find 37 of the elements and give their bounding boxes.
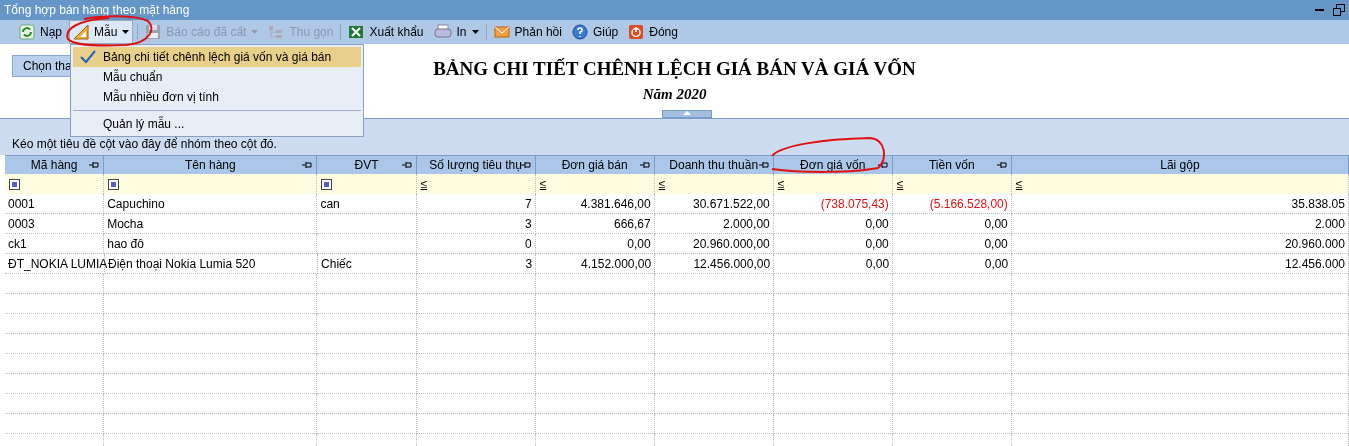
table-cell: 20.960.000 bbox=[1011, 234, 1349, 254]
table-cell: (738.075,43) bbox=[773, 194, 893, 214]
table-cell: (5.166.528,00) bbox=[892, 194, 1012, 214]
report-title: BẢNG CHI TIẾT CHÊNH LỆCH GIÁ BÁN VÀ GIÁ VỐN bbox=[433, 58, 916, 80]
table-cell: 2.000,00 bbox=[654, 214, 774, 234]
table-cell: 0,00 bbox=[774, 254, 894, 274]
table-cell: 12.456.000,00 bbox=[655, 254, 775, 274]
table-cell: Mocha bbox=[104, 214, 318, 234]
table-cell: 0001 bbox=[5, 194, 105, 214]
table-cell: hao đô bbox=[104, 234, 318, 254]
table-cell: 0 bbox=[416, 234, 536, 254]
window-title: Tổng hợp bán hàng theo mặt hàng bbox=[4, 3, 190, 17]
table-cell: 0,00 bbox=[892, 214, 1012, 234]
table-cell: 0,00 bbox=[773, 234, 893, 254]
table-cell: Capuchino bbox=[104, 194, 318, 214]
table-cell: 30.671.522,00 bbox=[654, 194, 774, 214]
table-cell: 0,00 bbox=[773, 214, 893, 234]
table-cell: ĐT_NOKIA LUMIA bbox=[5, 254, 105, 274]
table-cell: 20.960.000,00 bbox=[654, 234, 774, 254]
table-cell: 7 bbox=[416, 194, 536, 214]
table-cell: ck1 bbox=[5, 234, 105, 254]
table-cell: 0,00 bbox=[893, 254, 1013, 274]
table-cell: 12.456.000 bbox=[1012, 254, 1349, 274]
report-subtitle: Năm 2020 bbox=[642, 86, 707, 103]
table-cell: 666,67 bbox=[535, 214, 655, 234]
table-cell: 4.152.000,00 bbox=[536, 254, 656, 274]
group-hint: Kéo một tiêu đề cột vào đây để nhóm theo cột đó. bbox=[12, 137, 277, 151]
table-cell: 0,00 bbox=[535, 234, 655, 254]
table-cell: 3 bbox=[416, 214, 536, 234]
table-cell: 2.000 bbox=[1011, 214, 1349, 234]
table-cell: Chiếc bbox=[318, 254, 418, 274]
table-cell: 4.381.646,00 bbox=[535, 194, 655, 214]
table-cell: 0003 bbox=[5, 214, 105, 234]
table-cell: 3 bbox=[417, 254, 537, 274]
table-cell: can bbox=[317, 194, 417, 214]
table-cell: 35.838.05 bbox=[1011, 194, 1349, 214]
table-cell: 0,00 bbox=[892, 234, 1012, 254]
